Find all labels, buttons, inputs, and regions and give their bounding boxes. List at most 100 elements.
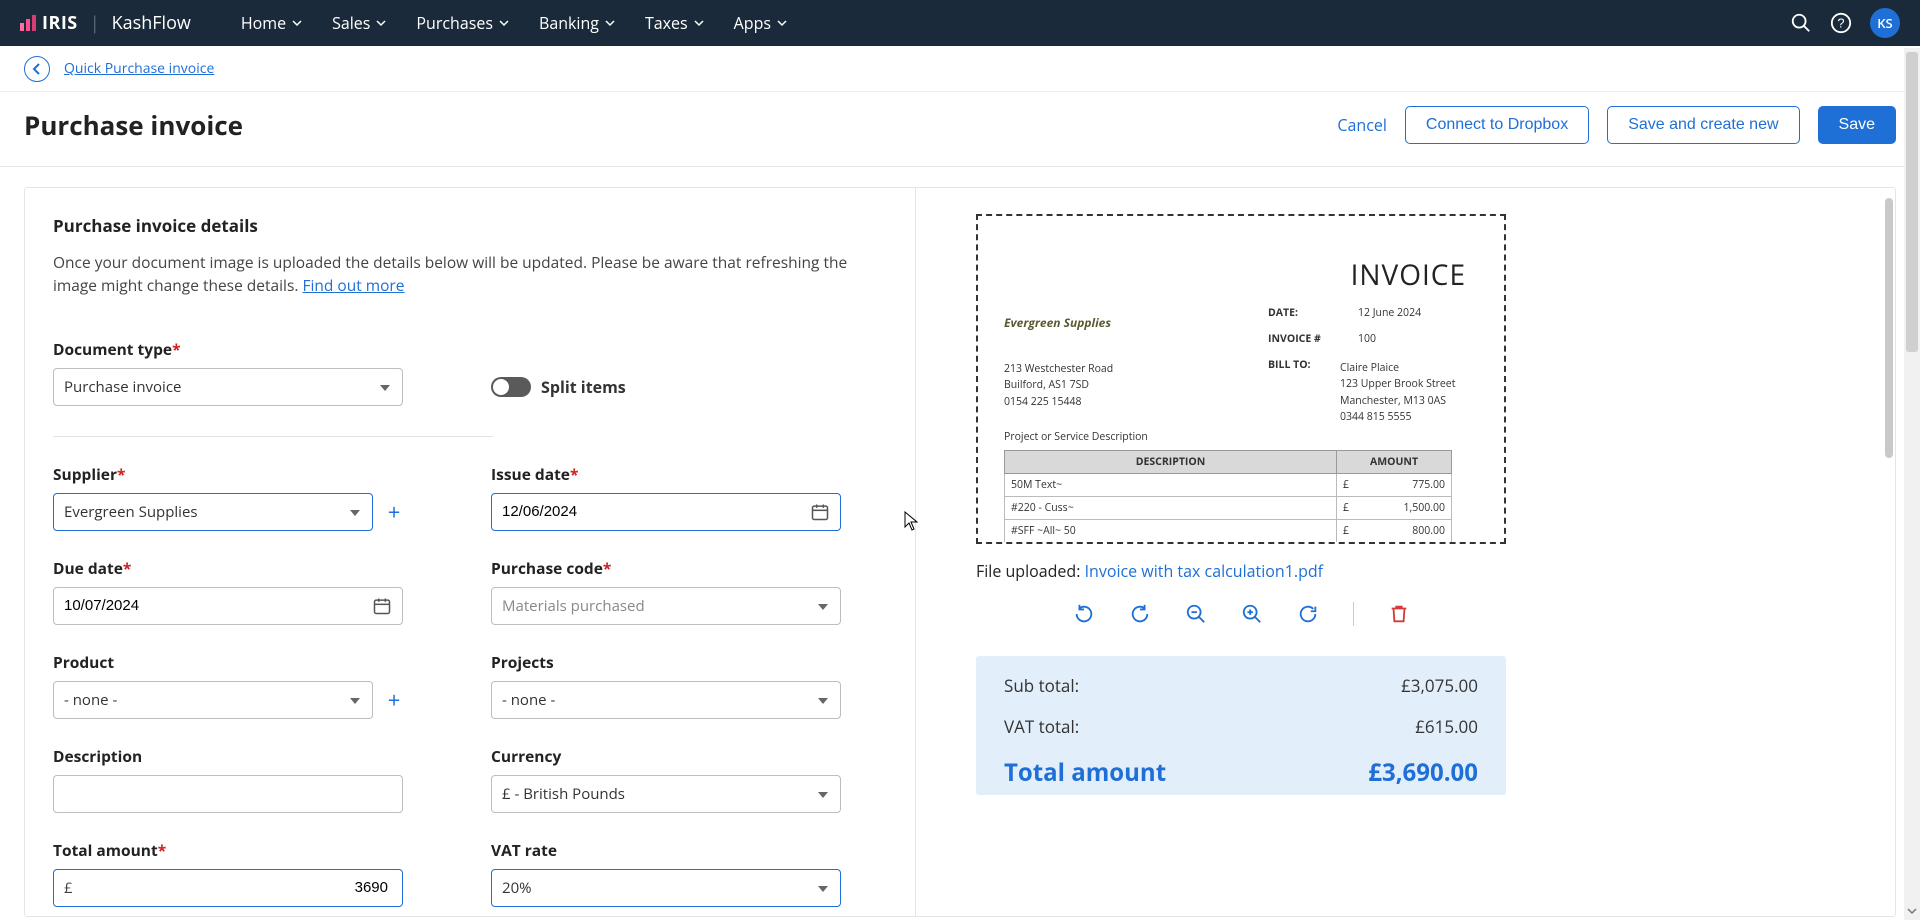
total-amount-input[interactable]: £	[53, 869, 403, 907]
chevron-down-icon	[376, 18, 386, 28]
projects-value: - none -	[502, 690, 555, 710]
description-value[interactable]	[64, 785, 392, 802]
document-type-label: Document type*	[53, 338, 443, 360]
title-row: Purchase invoice Cancel Connect to Dropb…	[0, 92, 1920, 167]
trash-icon[interactable]	[1388, 603, 1410, 625]
subtotal-value: £3,075.00	[1401, 674, 1478, 697]
cancel-button[interactable]: Cancel	[1337, 114, 1386, 136]
projects-label: Projects	[491, 651, 841, 673]
document-type-label-text: Document type	[53, 338, 172, 360]
chevron-down-icon	[292, 18, 302, 28]
total-amount-value[interactable]	[73, 879, 392, 896]
save-create-new-button[interactable]: Save and create new	[1607, 106, 1799, 144]
due-date-label-text: Due date	[53, 557, 123, 579]
form-divider	[53, 436, 493, 437]
invoice-billto-addr2: Manchester, M13 0AS	[1340, 393, 1455, 409]
document-type-select[interactable]: Purchase invoice	[53, 368, 403, 406]
purchase-code-select[interactable]: Materials purchased	[491, 587, 841, 625]
invoice-billto-addr1: 123 Upper Brook Street	[1340, 376, 1455, 392]
add-supplier-button[interactable]: +	[383, 497, 405, 527]
product-label: Product	[53, 651, 443, 673]
issue-date-value[interactable]	[502, 503, 830, 520]
zoom-out-icon[interactable]	[1185, 603, 1207, 625]
preview-toolbar	[976, 602, 1506, 626]
vat-default-link[interactable]: Set as default VAT rate	[491, 915, 638, 917]
issue-date-label: Issue date*	[491, 463, 841, 485]
nav-purchases[interactable]: Purchases	[416, 12, 509, 34]
rotate-right-icon[interactable]	[1129, 603, 1151, 625]
invoice-lines-table: DESCRIPTION AMOUNT 50M Text~£775.00 #220…	[1004, 450, 1452, 543]
projects-select[interactable]: - none -	[491, 681, 841, 719]
breadcrumb-link[interactable]: Quick Purchase invoice	[64, 59, 214, 78]
split-items-toggle[interactable]	[491, 377, 531, 397]
total-amount-label-text: Total amount	[53, 839, 158, 861]
chevron-down-icon	[499, 18, 509, 28]
search-icon[interactable]	[1790, 12, 1812, 34]
total-amount-field: Total amount* £	[53, 839, 443, 917]
invoice-row-sym: £	[1343, 478, 1349, 492]
save-button[interactable]: Save	[1818, 106, 1896, 144]
invoice-row-sym: £	[1343, 501, 1349, 515]
product-select[interactable]: - none -	[53, 681, 373, 719]
refresh-icon[interactable]	[1297, 603, 1319, 625]
rotate-left-icon[interactable]	[1073, 603, 1095, 625]
nav-sales[interactable]: Sales	[332, 12, 386, 34]
invoice-row: #SFF ~All~ 50£800.00	[1005, 519, 1452, 542]
description-field: Description	[53, 745, 443, 813]
document-type-value: Purchase invoice	[64, 377, 181, 397]
page-title: Purchase invoice	[24, 107, 243, 143]
description-input[interactable]	[53, 775, 403, 813]
nav-purchases-label: Purchases	[416, 12, 493, 34]
file-uploaded-name[interactable]: Invoice with tax calculation1.pdf	[1085, 560, 1323, 582]
window-scrollbar[interactable]	[1904, 48, 1920, 920]
top-nav: IRIS | KashFlow Home Sales Purchases Ban…	[0, 0, 1920, 46]
calendar-icon[interactable]	[810, 502, 830, 522]
connect-dropbox-button[interactable]: Connect to Dropbox	[1405, 106, 1589, 144]
brand-bars-icon	[20, 15, 36, 31]
supplier-select[interactable]: Evergreen Supplies	[53, 493, 373, 531]
issue-date-label-text: Issue date	[491, 463, 570, 485]
invoice-number-value: 100	[1358, 332, 1376, 346]
nav-home[interactable]: Home	[241, 12, 302, 34]
invoice-row-amt: 775.00	[1412, 478, 1445, 492]
invoice-row-amt: 1,500.00	[1404, 501, 1446, 515]
scroll-down-icon[interactable]	[1907, 906, 1917, 916]
preview-scrollbar[interactable]	[1885, 198, 1893, 458]
document-type-field: Document type* Purchase invoice	[53, 338, 443, 406]
details-helptext: Once your document image is uploaded the…	[53, 251, 883, 298]
due-date-label: Due date*	[53, 557, 443, 579]
currency-field: Currency £ - British Pounds	[491, 745, 841, 813]
zoom-in-icon[interactable]	[1241, 603, 1263, 625]
details-helptext-body: Once your document image is uploaded the…	[53, 251, 847, 296]
nav-apps[interactable]: Apps	[734, 12, 787, 34]
supplier-value: Evergreen Supplies	[64, 502, 198, 522]
vat-rate-field: VAT rate 20% Set as default VAT rate	[491, 839, 841, 917]
nav-banking[interactable]: Banking	[539, 12, 615, 34]
currency-select[interactable]: £ - British Pounds	[491, 775, 841, 813]
avatar[interactable]: KS	[1870, 8, 1900, 38]
svg-text:?: ?	[1837, 16, 1844, 31]
scrollbar-thumb[interactable]	[1906, 52, 1918, 352]
due-date-input[interactable]	[53, 587, 403, 625]
back-button[interactable]	[24, 56, 50, 82]
nav-taxes[interactable]: Taxes	[645, 12, 704, 34]
avatar-initials: KS	[1877, 14, 1892, 32]
due-date-value[interactable]	[64, 597, 392, 614]
find-out-more-link[interactable]: Find out more	[302, 274, 404, 296]
chevron-down-icon	[605, 18, 615, 28]
due-date-field: Due date*	[53, 557, 443, 625]
nav-home-label: Home	[241, 12, 286, 34]
form-grid: Document type* Purchase invoice Split it…	[53, 338, 887, 917]
invoice-row-desc: 50M Text~	[1005, 473, 1337, 496]
nav-items: Home Sales Purchases Banking Taxes Apps	[241, 12, 787, 34]
invoice-row: #220 - Cuss~£1,500.00	[1005, 496, 1452, 519]
document-preview[interactable]: INVOICE Evergreen Supplies DATE:12 June …	[976, 214, 1506, 544]
invoice-billto-block: Claire Plaice 123 Upper Brook Street Man…	[1340, 360, 1455, 425]
vat-rate-select[interactable]: 20%	[491, 869, 841, 907]
brand[interactable]: IRIS | KashFlow	[20, 11, 191, 35]
issue-date-input[interactable]	[491, 493, 841, 531]
add-product-button[interactable]: +	[383, 685, 405, 715]
help-icon[interactable]: ?	[1830, 12, 1852, 34]
calendar-icon[interactable]	[372, 596, 392, 616]
invoice-heading: INVOICE	[1351, 256, 1466, 294]
